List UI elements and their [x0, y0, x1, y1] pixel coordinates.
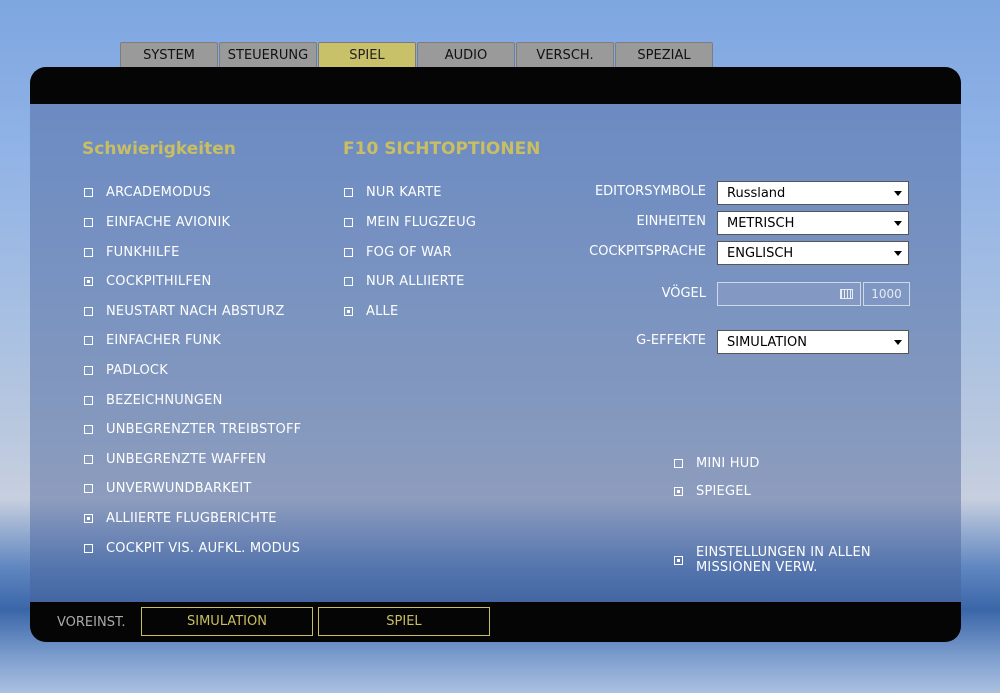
option-unbegrenzter-treibstoff: UNBEGRENZTER TREIBSTOFF: [84, 422, 301, 437]
cockpitsprache-label: COCKPITSPRACHE: [589, 244, 706, 259]
chevron-down-icon: [894, 221, 902, 226]
presets-label: VOREINST.: [57, 615, 126, 630]
option-label[interactable]: EINSTELLUNGEN IN ALLEN MISSIONEN VERW.: [696, 545, 876, 575]
spiegel-checkbox[interactable]: [674, 487, 683, 496]
option-label[interactable]: NEUSTART NACH ABSTURZ: [106, 304, 285, 319]
nur-karte-checkbox[interactable]: [344, 188, 353, 197]
alliierte-flugberichte-checkbox[interactable]: [84, 514, 93, 523]
option-label[interactable]: NUR KARTE: [366, 185, 442, 200]
g-effekte-select[interactable]: SIMULATION: [717, 330, 909, 354]
cockpitsprache-select[interactable]: ENGLISCH: [717, 241, 909, 265]
einheiten-select[interactable]: METRISCH: [717, 211, 909, 235]
option-label[interactable]: ALLIIERTE FLUGBERICHTE: [106, 511, 277, 526]
option-einfache-avionik: EINFACHE AVIONIK: [84, 215, 230, 230]
option-label[interactable]: EINFACHE AVIONIK: [106, 215, 230, 230]
option-label[interactable]: UNBEGRENZTE WAFFEN: [106, 452, 266, 467]
settings-panel: Schwierigkeiten ARCADEMODUS EINFACHE AVI…: [30, 67, 961, 642]
select-value: ENGLISCH: [727, 245, 794, 261]
chevron-down-icon: [894, 340, 902, 345]
f10-title: F10 SICHTOPTIONEN: [343, 139, 541, 159]
editorsymbole-label: EDITORSYMBOLE: [594, 184, 706, 199]
tab-spezial[interactable]: SPEZIAL: [615, 42, 713, 67]
option-nur-alliierte: NUR ALLIIERTE: [344, 274, 465, 289]
option-label[interactable]: COCKPIT VIS. AUFKL. MODUS: [106, 541, 300, 556]
einstellungen-alle-missionen-checkbox[interactable]: [674, 555, 683, 565]
select-value: METRISCH: [727, 215, 795, 231]
einfacher-funk-checkbox[interactable]: [84, 336, 93, 345]
option-label[interactable]: UNVERWUNDBARKEIT: [106, 481, 252, 496]
option-alle: ALLE: [344, 304, 398, 319]
option-mein-flugzeug: MEIN FLUGZEUG: [344, 215, 476, 230]
chevron-down-icon: [894, 251, 902, 256]
option-einfacher-funk: EINFACHER FUNK: [84, 333, 221, 348]
tab-bar: SYSTEM STEUERUNG SPIEL AUDIO VERSCH. SPE…: [120, 42, 713, 67]
editorsymbole-select[interactable]: Russland: [717, 181, 909, 205]
bezeichnungen-checkbox[interactable]: [84, 396, 93, 405]
option-label[interactable]: COCKPITHILFEN: [106, 274, 211, 289]
unbegrenzte-waffen-checkbox[interactable]: [84, 455, 93, 464]
option-spiegel: SPIEGEL: [674, 484, 751, 499]
difficulties-title: Schwierigkeiten: [82, 139, 236, 159]
voegel-value-field[interactable]: 1000: [863, 282, 910, 306]
mein-flugzeug-checkbox[interactable]: [344, 218, 353, 227]
option-neustart: NEUSTART NACH ABSTURZ: [84, 304, 285, 319]
option-nur-karte: NUR KARTE: [344, 185, 442, 200]
tab-audio[interactable]: AUDIO: [417, 42, 515, 67]
alle-checkbox[interactable]: [344, 307, 353, 316]
arcademodus-checkbox[interactable]: [84, 188, 93, 197]
tab-spiel[interactable]: SPIEL: [318, 42, 416, 67]
fog-of-war-checkbox[interactable]: [344, 248, 353, 257]
option-label[interactable]: NUR ALLIIERTE: [366, 274, 465, 289]
option-funkhilfe: FUNKHILFE: [84, 245, 180, 260]
option-cockpit-vis: COCKPIT VIS. AUFKL. MODUS: [84, 541, 300, 556]
g-effekte-label: G-EFFEKTE: [636, 333, 706, 348]
cockpithilfen-checkbox[interactable]: [84, 277, 93, 286]
option-label[interactable]: MEIN FLUGZEUG: [366, 215, 476, 230]
unbegrenzter-treibstoff-checkbox[interactable]: [84, 425, 93, 434]
option-label[interactable]: ALLE: [366, 304, 398, 319]
neustart-checkbox[interactable]: [84, 307, 93, 316]
einfache-avionik-checkbox[interactable]: [84, 218, 93, 227]
select-value: Russland: [727, 185, 786, 201]
option-arcademodus: ARCADEMODUS: [84, 185, 211, 200]
unverwundbarkeit-checkbox[interactable]: [84, 484, 93, 493]
option-cockpithilfen: COCKPITHILFEN: [84, 274, 211, 289]
option-label[interactable]: ARCADEMODUS: [106, 185, 211, 200]
option-fog-of-war: FOG OF WAR: [344, 245, 452, 260]
chevron-down-icon: [894, 191, 902, 196]
panel-header-bar: [30, 67, 961, 104]
option-label[interactable]: PADLOCK: [106, 363, 168, 378]
option-label[interactable]: MINI HUD: [696, 456, 760, 471]
tab-steuerung[interactable]: STEUERUNG: [219, 42, 317, 67]
option-alliierte-flugberichte: ALLIIERTE FLUGBERICHTE: [84, 511, 277, 526]
mini-hud-checkbox[interactable]: [674, 459, 683, 468]
option-bezeichnungen: BEZEICHNUNGEN: [84, 393, 223, 408]
select-value: SIMULATION: [727, 334, 807, 350]
option-padlock: PADLOCK: [84, 363, 168, 378]
cockpit-vis-checkbox[interactable]: [84, 544, 93, 553]
tab-system[interactable]: SYSTEM: [120, 42, 218, 67]
preset-spiel-button[interactable]: SPIEL: [318, 607, 490, 636]
preset-simulation-button[interactable]: SIMULATION: [141, 607, 313, 636]
option-label[interactable]: SPIEGEL: [696, 484, 751, 499]
option-label[interactable]: UNBEGRENZTER TREIBSTOFF: [106, 422, 301, 437]
padlock-checkbox[interactable]: [84, 366, 93, 375]
voegel-slider[interactable]: [717, 282, 861, 306]
option-einstellungen-alle-missionen: EINSTELLUNGEN IN ALLEN MISSIONEN VERW.: [674, 545, 876, 575]
einheiten-label: EINHEITEN: [636, 214, 706, 229]
nur-alliierte-checkbox[interactable]: [344, 277, 353, 286]
slider-handle[interactable]: [840, 289, 853, 299]
option-label[interactable]: FOG OF WAR: [366, 245, 452, 260]
option-unbegrenzte-waffen: UNBEGRENZTE WAFFEN: [84, 452, 266, 467]
option-mini-hud: MINI HUD: [674, 456, 760, 471]
option-label[interactable]: BEZEICHNUNGEN: [106, 393, 223, 408]
funkhilfe-checkbox[interactable]: [84, 248, 93, 257]
voegel-label: VÖGEL: [661, 286, 706, 301]
option-unverwundbarkeit: UNVERWUNDBARKEIT: [84, 481, 252, 496]
option-label[interactable]: EINFACHER FUNK: [106, 333, 221, 348]
tab-versch[interactable]: VERSCH.: [516, 42, 614, 67]
option-label[interactable]: FUNKHILFE: [106, 245, 180, 260]
